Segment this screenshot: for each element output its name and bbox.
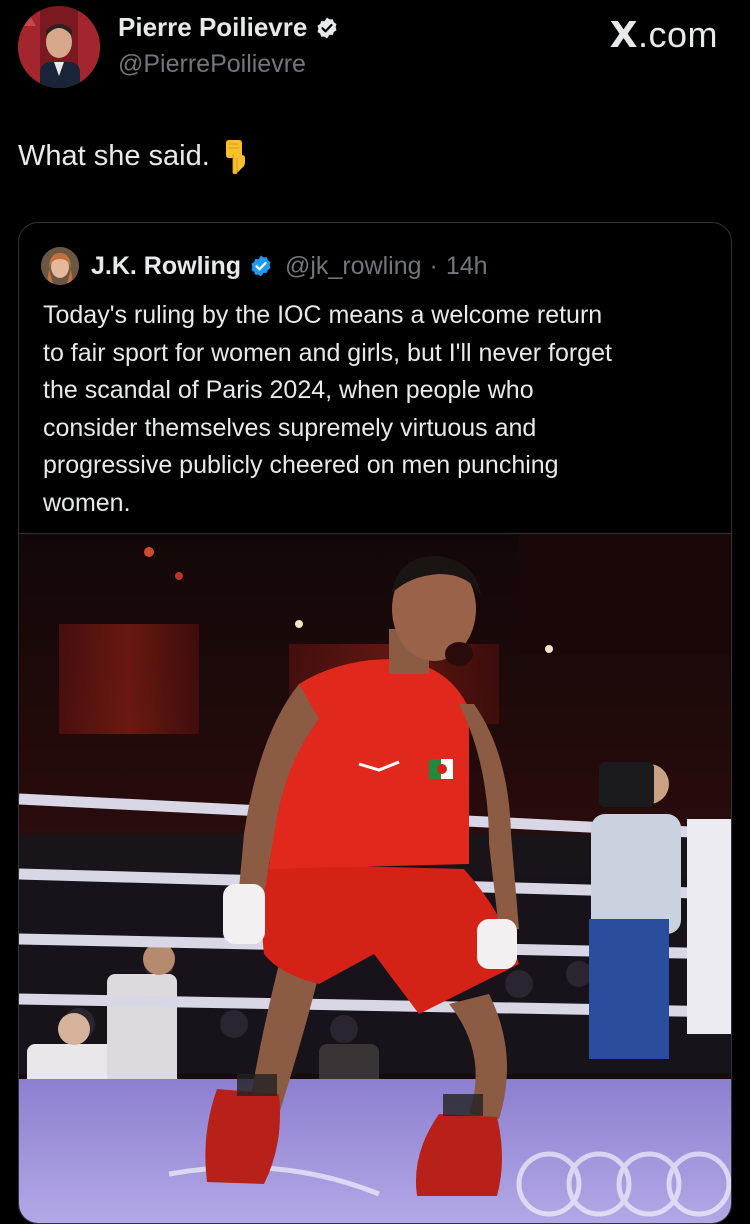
quoted-author-handle[interactable]: @jk_rowling (285, 252, 422, 281)
quoted-post-text: Today's ruling by the IOC means a welcom… (43, 301, 612, 517)
quoted-author-name[interactable]: J.K. Rowling (91, 252, 241, 281)
author-name-row[interactable]: Pierre Poilievre (118, 12, 339, 43)
x-logo: X.com (610, 14, 718, 56)
x-brand-mark: X (609, 15, 638, 56)
post-text-row: What she said. (18, 138, 248, 174)
backhand-index-pointing-down-icon (225, 140, 245, 174)
quoted-post-card[interactable]: J.K. Rowling @jk_rowling · 14h Today's r… (18, 222, 732, 1224)
verified-badge-icon (317, 17, 337, 38)
post-text: What she said. (18, 139, 210, 172)
x-brand-suffix: .com (637, 14, 718, 55)
author-handle[interactable]: @PierrePoilievre (118, 50, 306, 79)
quoted-post-time[interactable]: 14h (446, 252, 488, 281)
quoted-author-avatar[interactable] (41, 247, 79, 285)
author-name[interactable]: Pierre Poilievre (118, 12, 307, 43)
quoted-post-header: J.K. Rowling @jk_rowling · 14h (41, 247, 488, 285)
author-avatar[interactable] (18, 6, 100, 88)
quoted-post-photo[interactable] (19, 533, 731, 1223)
post-header: Pierre Poilievre @PierrePoilievre X.com (0, 0, 750, 110)
quoted-verified-badge-icon (251, 255, 271, 277)
separator-dot: · (429, 251, 438, 280)
